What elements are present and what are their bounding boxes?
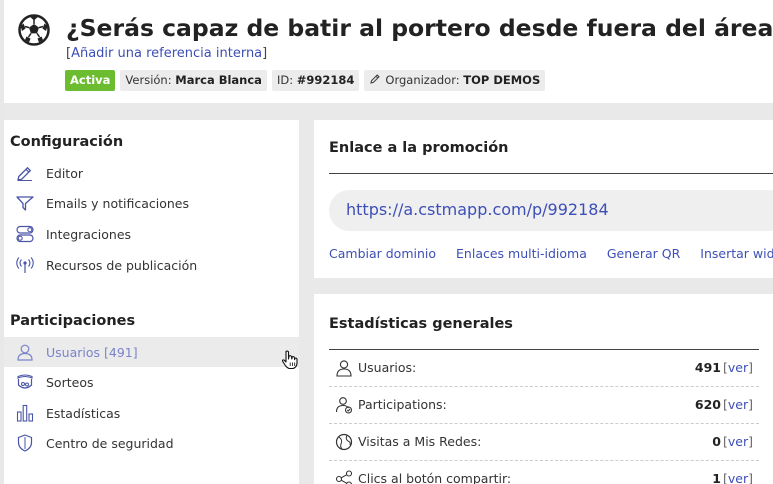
- promotion-badges: Activa Versión: Marca Blanca ID: #992184…: [65, 70, 546, 91]
- stat-value: 491: [694, 360, 721, 375]
- sidebar-item-security-center[interactable]: Centro de seguridad: [4, 428, 299, 458]
- generate-qr-link[interactable]: Generar QR: [607, 246, 680, 261]
- stat-label: Visitas a Mis Redes:: [358, 434, 482, 449]
- id-value: #992184: [296, 73, 355, 87]
- stat-row-network-visits: Visitas a Mis Redes: 0 [ver]: [329, 424, 759, 461]
- version-label: Versión:: [125, 73, 172, 87]
- version-badge: Versión: Marca Blanca: [120, 70, 267, 91]
- sidebar-item-statistics[interactable]: Estadísticas: [4, 398, 299, 428]
- sidebar-item-publishing-resources[interactable]: Recursos de publicación: [4, 250, 299, 280]
- pencil-icon: [17, 166, 32, 181]
- multi-language-links-link[interactable]: Enlaces multi-idioma: [456, 246, 587, 261]
- id-badge: ID: #992184: [271, 70, 360, 91]
- bracket-close: ]: [748, 360, 753, 375]
- view-network-visits-link[interactable]: ver: [728, 434, 748, 449]
- stat-label: Clics al botón compartir:: [358, 471, 512, 484]
- page-title: ¿Serás capaz de batir al portero desde f…: [66, 14, 773, 42]
- sidebar-item-editor[interactable]: Editor: [4, 158, 299, 188]
- view-users-link[interactable]: ver: [728, 360, 748, 375]
- user-icon: [17, 344, 33, 361]
- organizer-label: Organizador:: [385, 73, 460, 87]
- view-link-group: [ver]: [723, 397, 753, 412]
- sidebar-item-label: Usuarios [491]: [46, 344, 138, 360]
- participations-section-title: Participaciones: [10, 313, 136, 329]
- internal-reference: [Añadir una referencia interna]: [66, 46, 267, 61]
- view-link-group: [ver]: [723, 471, 753, 484]
- view-link-group: [ver]: [723, 434, 753, 449]
- view-link-group: [ver]: [723, 360, 753, 375]
- id-label: ID:: [276, 73, 294, 87]
- hand-pointer-cursor-icon: [281, 350, 298, 370]
- shield-icon: [17, 434, 33, 452]
- sidebar-item-users[interactable]: Usuarios [491]: [4, 337, 299, 367]
- promotion-link-title: Enlace a la promoción: [329, 140, 509, 156]
- bracket-close: ]: [748, 471, 753, 484]
- stat-row-participations: Participations: 620 [ver]: [329, 387, 759, 424]
- promotion-url[interactable]: https://a.cstmapp.com/p/992184: [346, 200, 609, 219]
- promotion-url-field[interactable]: https://a.cstmapp.com/p/992184: [329, 190, 773, 231]
- configuration-section-title: Configuración: [10, 134, 124, 150]
- stat-label: Participations:: [358, 397, 447, 412]
- share-icon: [335, 470, 353, 484]
- stat-row-share-clicks: Clics al botón compartir: 1 [ver]: [329, 461, 759, 484]
- bar-chart-icon: [16, 404, 34, 422]
- globe-icon: [335, 433, 353, 451]
- sidebar-item-label: Sorteos: [46, 374, 94, 390]
- sidebar-item-label: Recursos de publicación: [46, 257, 198, 273]
- sidebar: Configuración Editor Emails y notificaci…: [4, 120, 299, 484]
- stat-value: 1: [712, 471, 721, 484]
- divider: [329, 173, 773, 174]
- stat-value: 620: [694, 397, 721, 412]
- view-share-clicks-link[interactable]: ver: [728, 471, 748, 484]
- send-icon: [16, 196, 34, 211]
- sidebar-item-label: Centro de seguridad: [46, 435, 174, 451]
- sidebar-item-emails[interactable]: Emails y notificaciones: [4, 188, 299, 218]
- pencil-icon: [370, 74, 381, 84]
- bracket-close: ]: [748, 397, 753, 412]
- stat-row-users: Usuarios: 491 [ver]: [329, 350, 759, 387]
- status-badge: Activa: [65, 70, 116, 91]
- sidebar-item-label: Estadísticas: [46, 405, 121, 421]
- toggles-icon: [16, 225, 34, 243]
- insert-widget-link[interactable]: Insertar widget: [700, 246, 773, 261]
- organizer-value: TOP DEMOS: [463, 73, 541, 87]
- sidebar-item-label: Emails y notificaciones: [46, 195, 190, 211]
- general-stats-title: Estadísticas generales: [329, 316, 513, 332]
- promotion-link-card: Enlace a la promoción https://a.cstmapp.…: [314, 120, 773, 278]
- stat-value: 0: [712, 434, 721, 449]
- raffle-icon: [17, 374, 33, 389]
- change-domain-link[interactable]: Cambiar dominio: [329, 246, 436, 261]
- participations-icon: [335, 397, 353, 414]
- promotion-link-actions: Cambiar dominio Enlaces multi-idioma Gen…: [329, 246, 773, 261]
- soccer-ball-icon: [18, 14, 50, 46]
- stat-label: Usuarios:: [358, 360, 417, 375]
- version-value: Marca Blanca: [175, 73, 262, 87]
- app-frame: ¿Serás capaz de batir al portero desde f…: [4, 0, 773, 484]
- view-participations-link[interactable]: ver: [728, 397, 748, 412]
- sidebar-item-label: Integraciones: [46, 226, 132, 242]
- add-internal-reference-link[interactable]: Añadir una referencia interna: [71, 46, 262, 61]
- ref-bracket-close: ]: [262, 46, 268, 61]
- general-stats-card: Estadísticas generales Usuarios: 491 [ve…: [314, 294, 773, 484]
- promotion-header: ¿Serás capaz de batir al portero desde f…: [4, 0, 773, 103]
- antenna-icon: [16, 257, 34, 273]
- sidebar-item-raffles[interactable]: Sorteos: [4, 367, 299, 397]
- organizer-badge: Organizador: TOP DEMOS: [364, 70, 546, 91]
- user-icon: [336, 360, 352, 377]
- sidebar-item-integrations[interactable]: Integraciones: [4, 219, 299, 249]
- sidebar-item-label: Editor: [46, 165, 83, 181]
- bracket-close: ]: [748, 434, 753, 449]
